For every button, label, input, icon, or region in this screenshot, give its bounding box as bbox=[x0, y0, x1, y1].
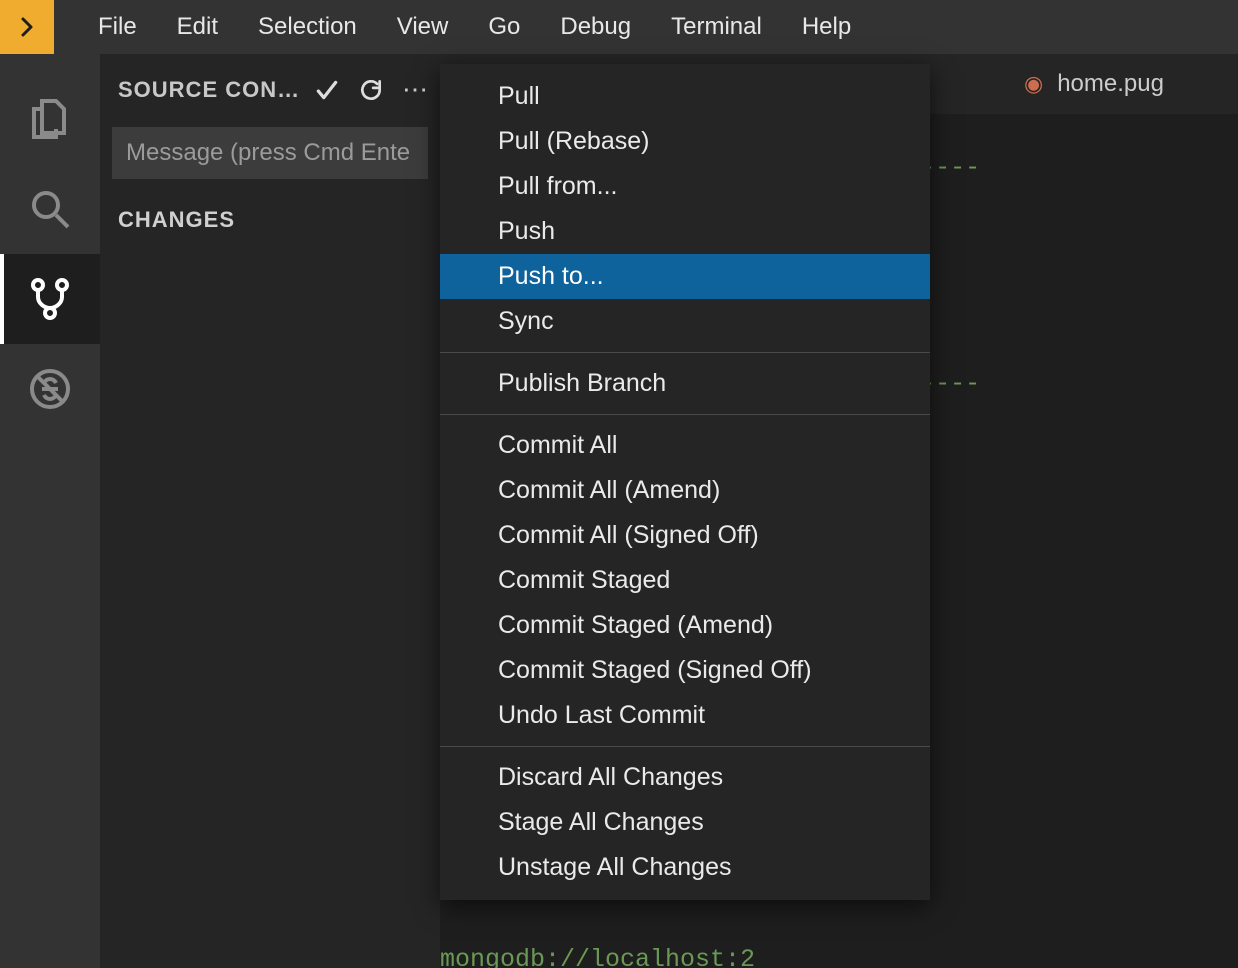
sidebar-title: SOURCE CONT… bbox=[118, 77, 304, 103]
commit-message-input[interactable] bbox=[112, 127, 428, 179]
activity-search[interactable] bbox=[0, 164, 100, 254]
sidebar-header: SOURCE CONT… ⋯ bbox=[100, 54, 440, 119]
chevron-right-icon bbox=[15, 15, 39, 39]
changes-section-header[interactable]: CHANGES bbox=[100, 199, 440, 241]
ctx-item-pull[interactable]: Pull bbox=[440, 74, 930, 119]
menu-terminal[interactable]: Terminal bbox=[651, 0, 782, 54]
ctx-item-commit-all-amend[interactable]: Commit All (Amend) bbox=[440, 468, 930, 513]
pug-icon: ◉ bbox=[1024, 71, 1043, 97]
search-icon bbox=[26, 185, 74, 233]
menu-view[interactable]: View bbox=[377, 0, 469, 54]
ctx-item-discard-all-changes[interactable]: Discard All Changes bbox=[440, 755, 930, 800]
ctx-item-sync[interactable]: Sync bbox=[440, 299, 930, 344]
ctx-item-publish-branch[interactable]: Publish Branch bbox=[440, 361, 930, 406]
bug-disabled-icon bbox=[26, 365, 74, 413]
ctx-separator bbox=[440, 352, 930, 353]
more-actions-icon[interactable]: ⋯ bbox=[402, 74, 428, 105]
menu-help[interactable]: Help bbox=[782, 0, 871, 54]
ctx-separator bbox=[440, 414, 930, 415]
menu-go[interactable]: Go bbox=[468, 0, 540, 54]
ctx-item-commit-all-signed-off[interactable]: Commit All (Signed Off) bbox=[440, 513, 930, 558]
menu-file[interactable]: File bbox=[78, 0, 157, 54]
activity-bar bbox=[0, 54, 100, 968]
source-control-sidebar: SOURCE CONT… ⋯ CHANGES bbox=[100, 54, 440, 968]
ctx-item-undo-last-commit[interactable]: Undo Last Commit bbox=[440, 693, 930, 738]
ctx-item-stage-all-changes[interactable]: Stage All Changes bbox=[440, 800, 930, 845]
activity-debug[interactable] bbox=[0, 344, 100, 434]
ctx-item-commit-staged-amend[interactable]: Commit Staged (Amend) bbox=[440, 603, 930, 648]
files-icon bbox=[26, 95, 74, 143]
tab-home-pug[interactable]: ◉ home.pug bbox=[1000, 54, 1188, 114]
tab-label: home.pug bbox=[1057, 70, 1164, 98]
activity-explorer[interactable] bbox=[0, 74, 100, 164]
ctx-item-pull-from[interactable]: Pull from... bbox=[440, 164, 930, 209]
source-control-icon bbox=[26, 275, 74, 323]
ctx-item-push[interactable]: Push bbox=[440, 209, 930, 254]
menu-selection[interactable]: Selection bbox=[238, 0, 377, 54]
app-icon bbox=[0, 0, 54, 54]
scm-more-actions-menu: PullPull (Rebase)Pull from...PushPush to… bbox=[440, 64, 930, 900]
refresh-icon[interactable] bbox=[358, 77, 384, 103]
activity-source-control[interactable] bbox=[0, 254, 100, 344]
menu-bar: File Edit Selection View Go Debug Termin… bbox=[0, 0, 1238, 54]
ctx-item-commit-staged[interactable]: Commit Staged bbox=[440, 558, 930, 603]
ctx-item-commit-all[interactable]: Commit All bbox=[440, 423, 930, 468]
ctx-item-push-to[interactable]: Push to... bbox=[440, 254, 930, 299]
ctx-item-commit-staged-signed-off[interactable]: Commit Staged (Signed Off) bbox=[440, 648, 930, 693]
commit-icon[interactable] bbox=[314, 77, 340, 103]
menu-items: File Edit Selection View Go Debug Termin… bbox=[54, 0, 871, 54]
ctx-item-pull-rebase[interactable]: Pull (Rebase) bbox=[440, 119, 930, 164]
ctx-item-unstage-all-changes[interactable]: Unstage All Changes bbox=[440, 845, 930, 890]
code-text: mongodb://localhost:2 bbox=[440, 945, 755, 968]
sidebar-actions: ⋯ bbox=[314, 74, 428, 105]
commit-message-box bbox=[112, 127, 428, 179]
ctx-separator bbox=[440, 746, 930, 747]
menu-edit[interactable]: Edit bbox=[157, 0, 238, 54]
menu-debug[interactable]: Debug bbox=[540, 0, 651, 54]
